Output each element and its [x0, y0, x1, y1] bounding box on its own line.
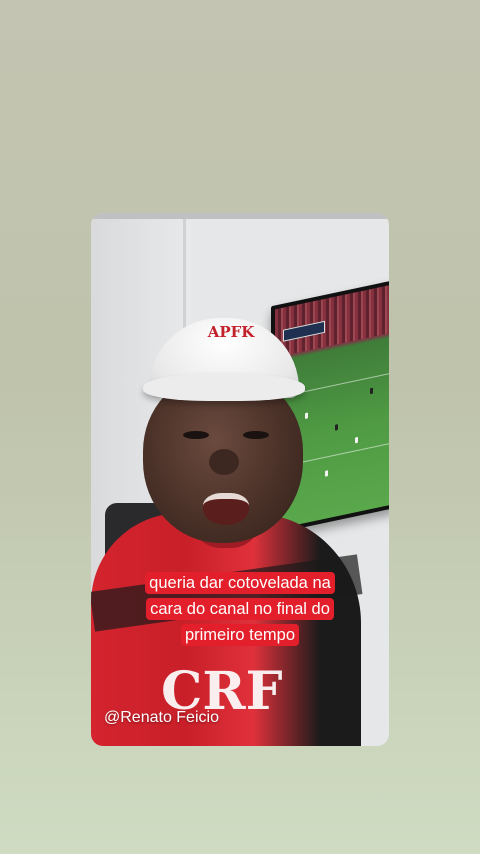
- player: [370, 387, 373, 395]
- player: [335, 423, 338, 431]
- nose: [209, 449, 239, 475]
- tv-crowd: [275, 284, 389, 358]
- right-eye: [243, 431, 269, 439]
- player: [305, 412, 308, 420]
- ceiling: [91, 213, 389, 219]
- cap-brim: [143, 373, 305, 401]
- left-eye: [183, 431, 209, 439]
- player: [355, 436, 358, 444]
- story-caption: queria dar cotovelada na cara do canal n…: [131, 570, 349, 648]
- creator-handle[interactable]: @Renato Feicio: [104, 709, 219, 727]
- player: [325, 469, 328, 477]
- cap-logo-icon: APFK: [207, 323, 255, 341]
- caption-text: queria dar cotovelada na cara do canal n…: [145, 572, 335, 646]
- mouth: [203, 493, 249, 525]
- story-media[interactable]: APFK CRF queria dar cotovelada na cara d…: [91, 213, 389, 746]
